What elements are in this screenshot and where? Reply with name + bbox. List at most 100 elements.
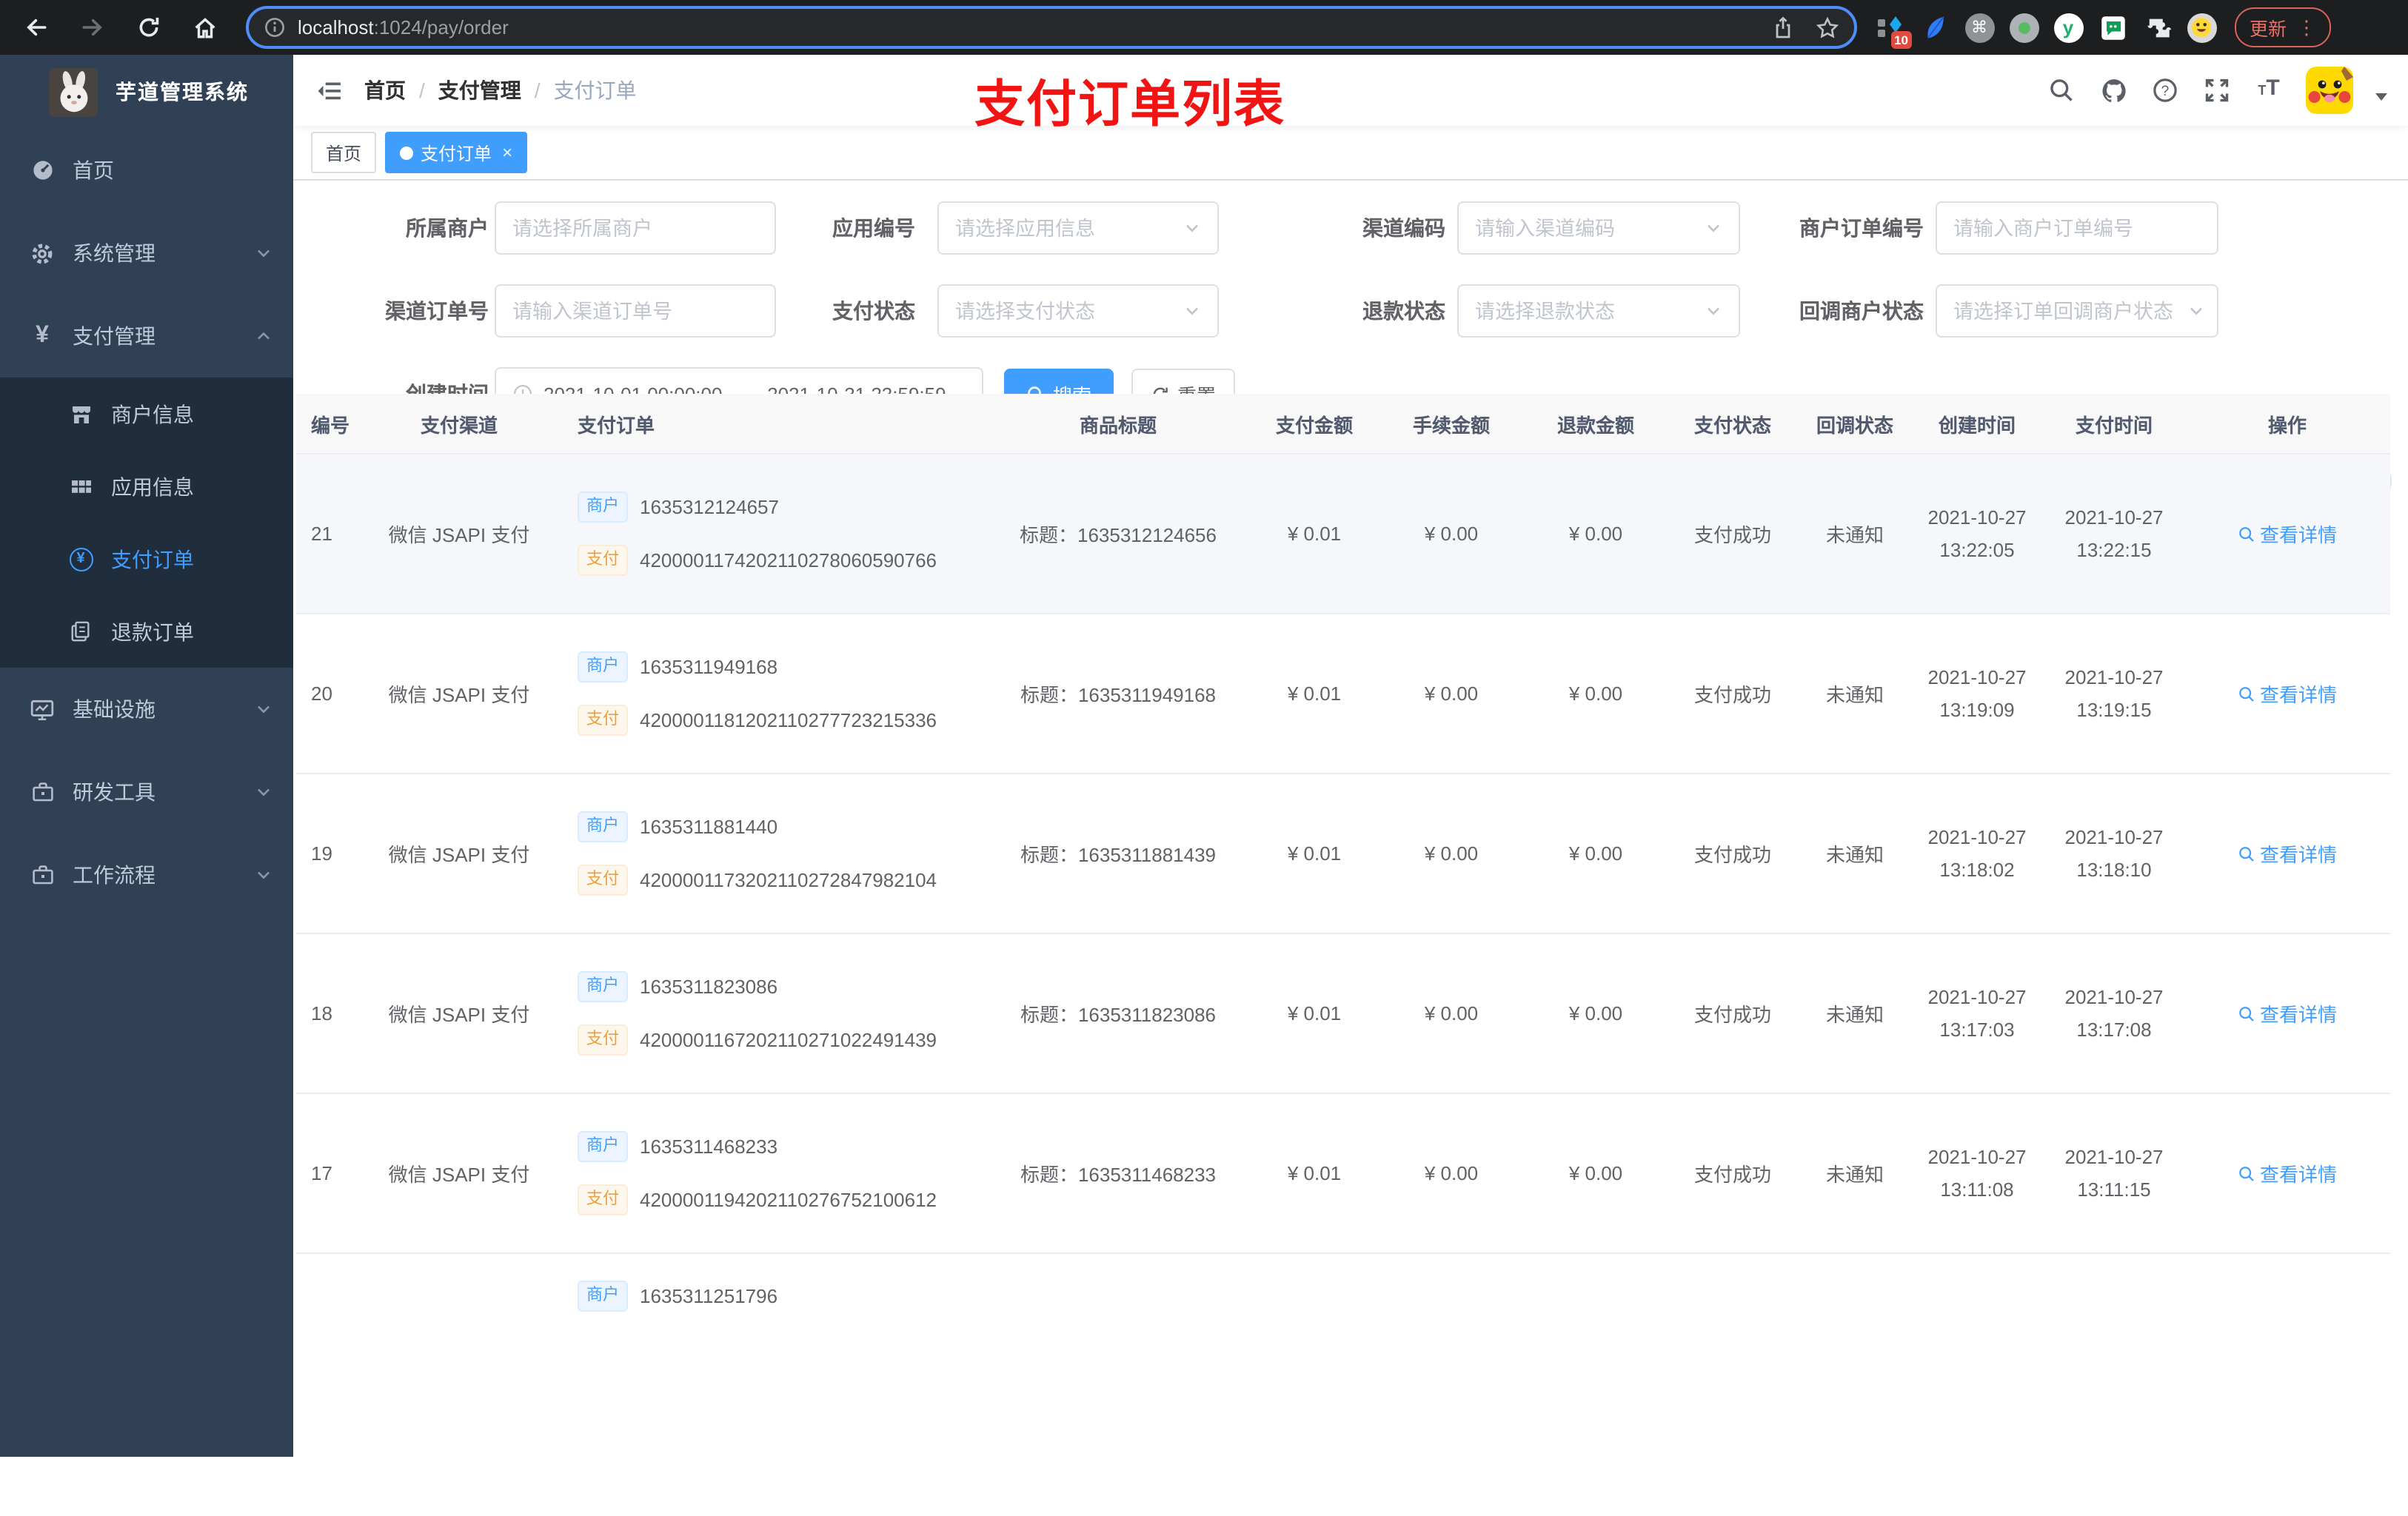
sidebar-item-workflow[interactable]: 工作流程 [0,834,293,916]
view-detail-label: 查看详情 [2259,1004,2337,1026]
breadcrumb-separator: / [419,78,425,102]
fullscreen-icon[interactable] [2202,76,2232,105]
col-header-pay-order: 支付订单 [578,414,655,436]
col-header-amount: 支付金额 [1275,414,1353,436]
pay-tag: 支付 [578,705,628,736]
channel-order-no-input[interactable] [512,300,758,322]
bookmark-star-icon[interactable] [1816,16,1839,39]
app-input[interactable] [955,217,1177,239]
sidebar-item-app-info[interactable]: 应用信息 [0,450,293,523]
refund-status-input[interactable] [1475,300,1699,322]
sidebar-item-system[interactable]: 系统管理 [0,212,293,295]
extension-icon-emoji[interactable] [2186,12,2217,43]
cell-pay-order: 商户 1635312124657 支付 42000011742021102780… [555,492,985,576]
site-info-icon[interactable] [264,16,286,38]
dashboard-icon [30,158,55,183]
url-bar[interactable]: localhost:1024/pay/order [246,6,1857,49]
channel-order-no-field[interactable] [495,284,776,338]
view-detail-link[interactable]: 查看详情 [2238,1159,2337,1187]
channel-code-input[interactable] [1475,217,1699,239]
sidebar-item-dev-tools[interactable]: 研发工具 [0,751,293,834]
extension-icon-1[interactable]: 10 [1875,12,1912,49]
avatar[interactable] [2306,67,2353,114]
breadcrumb-separator: / [534,78,541,102]
cell-created: 2021-10-27 13:17:03 [1910,986,2044,1041]
pay-order-no: 4200001194202110276752100612 [640,1189,937,1211]
cell-action: 查看详情 [2184,1159,2390,1187]
merchant-order-no-field[interactable] [1936,201,2218,255]
tab-close-icon[interactable]: × [502,144,512,161]
tab-home[interactable]: 首页 [311,132,377,173]
extension-icon-dot[interactable] [2008,12,2039,43]
cell-refund: ¥ 0.00 [1568,682,1623,705]
table-row: 17 微信 JSAPI 支付 商户 1635311468233 支付 42000… [296,1094,2390,1254]
sidebar-logo[interactable]: 芋道管理系统 [0,55,293,129]
search-icon[interactable] [2047,76,2076,105]
extension-icon-puzzle[interactable] [2141,12,2173,43]
font-size-icon[interactable]: TT [2254,76,2284,105]
filter-row-1: 所属商户 应用编号 渠道编码 商户订单编号 [293,201,2408,284]
view-detail-link[interactable]: 查看详情 [2238,680,2337,708]
notify-status-select[interactable] [1936,284,2218,338]
chevron-down-icon [255,866,272,884]
tab-pay-order[interactable]: 支付订单 × [385,132,528,173]
cell-status: 支付成功 [1693,524,1771,546]
created-time: 13:18:02 [1939,859,2015,881]
cell-title: 标题：1635311823086 [1020,1004,1217,1026]
github-icon[interactable] [2098,76,2128,105]
notify-status-input[interactable] [1953,300,2181,322]
extension-icon-command[interactable]: ⌘ [1964,12,1995,43]
home-icon[interactable] [184,7,225,48]
help-icon[interactable]: ? [2150,76,2180,105]
pay-status-select[interactable] [937,284,1219,338]
sidebar-item-infra[interactable]: 基础设施 [0,668,293,751]
breadcrumb-home[interactable]: 首页 [364,76,406,105]
paid-date: 2021-10-27 [2064,986,2164,1008]
app-select[interactable] [937,201,1219,255]
cell-pay-order: 商户 1635311468233 支付 42000011942021102767… [555,1131,985,1215]
view-detail-link[interactable]: 查看详情 [2238,520,2337,548]
view-detail-link[interactable]: 查看详情 [2238,839,2337,868]
chevron-down-icon [255,783,272,801]
cell-amount: ¥ 0.01 [1287,1002,1342,1024]
extension-icon-y[interactable]: y [2053,12,2084,43]
sidebar-item-refund-order[interactable]: 退款订单 [0,595,293,668]
merchant-select[interactable] [495,201,776,255]
cell-notify: 未通知 [1825,1004,1884,1026]
sidebar-item-merchant-info[interactable]: 商户信息 [0,378,293,450]
share-icon[interactable] [1771,16,1795,39]
table-body: 21 微信 JSAPI 支付 商户 1635312124657 支付 42000… [296,455,2390,1254]
orders-table: 编号 支付渠道 支付订单 商品标题 支付金额 手续金额 退款金额 支付状态 回调… [296,394,2390,1516]
breadcrumb-current: 支付订单 [553,78,637,102]
storefront-icon [68,401,93,426]
forward-icon[interactable] [71,7,113,48]
sidebar-item-pay[interactable]: ¥ 支付管理 [0,295,293,378]
breadcrumb-pay[interactable]: 支付管理 [438,76,521,105]
created-time: 13:17:03 [1939,1019,2015,1041]
cell-id: 21 [311,523,332,545]
cell-paid: 2021-10-27 13:19:15 [2044,666,2184,721]
extension-icon-chat[interactable] [2097,12,2128,43]
extension-icon-2[interactable] [1919,12,1950,43]
col-header-status: 支付状态 [1693,414,1771,436]
browser-update-button[interactable]: 更新 ⋮ [2235,7,2332,47]
refund-status-select[interactable] [1457,284,1740,338]
sidebar-fold-icon[interactable] [305,67,352,114]
sidebar-item-pay-order[interactable]: ¥ 支付订单 [0,523,293,595]
merchant-input[interactable] [512,217,758,239]
merchant-order-no-input[interactable] [1953,217,2201,239]
avatar-caret-icon[interactable] [2375,93,2387,100]
channel-code-select[interactable] [1457,201,1740,255]
tab-label: 首页 [326,143,362,164]
sidebar-item-home[interactable]: 首页 [0,129,293,212]
tags-view: 首页 支付订单 × [293,126,2408,181]
col-header-fee: 手续金额 [1412,414,1490,436]
view-detail-link[interactable]: 查看详情 [2238,999,2337,1027]
created-date: 2021-10-27 [1927,1146,2027,1168]
cell-created: 2021-10-27 13:19:09 [1910,666,2044,721]
cell-title: 标题：1635311949168 [1020,684,1217,706]
pay-status-input[interactable] [955,300,1177,322]
reload-icon[interactable] [127,7,169,48]
back-icon[interactable] [15,7,56,48]
browser-menu-dots-icon[interactable]: ⋮ [2297,16,2316,39]
